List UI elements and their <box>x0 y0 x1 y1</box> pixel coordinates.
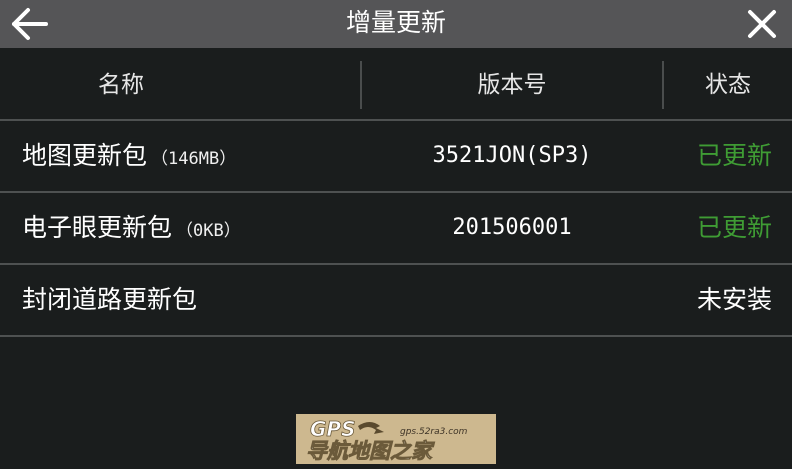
header-version: 版本号 <box>477 72 547 98</box>
header-status: 状态 <box>705 72 751 98</box>
table-row[interactable]: 封闭道路更新包 未安装 <box>0 265 792 335</box>
package-status: 未安装 <box>696 285 772 314</box>
package-name-cell: 地图更新包 （146MB） <box>22 121 236 191</box>
watermark-logo: GPS gps.52ra3.com 导航地图之家 <box>296 414 496 464</box>
package-status: 已更新 <box>696 213 772 242</box>
watermark-url: gps.52ra3.com <box>400 427 468 437</box>
table-header: 名称 版本号 状态 <box>0 49 792 119</box>
package-size: （0KB） <box>176 221 241 241</box>
package-name-cell: 电子眼更新包 （0KB） <box>22 193 241 263</box>
title-bar: 增量更新 <box>0 0 792 48</box>
package-name: 封闭道路更新包 <box>22 285 198 314</box>
row-divider <box>0 335 792 337</box>
package-version: 3521JON(SP3) <box>432 143 592 168</box>
table-row[interactable]: 地图更新包 （146MB） 3521JON(SP3) 已更新 <box>0 121 792 191</box>
header-name: 名称 <box>98 72 144 98</box>
package-size: （146MB） <box>151 149 237 169</box>
watermark-text: 导航地图之家 <box>306 439 435 463</box>
close-icon <box>748 10 776 38</box>
package-version: 201506001 <box>452 215 572 240</box>
package-name: 地图更新包 <box>22 141 148 170</box>
close-button[interactable] <box>740 4 784 44</box>
watermark-brand: GPS <box>310 417 355 441</box>
package-status: 已更新 <box>696 141 772 170</box>
table-row[interactable]: 电子眼更新包 （0KB） 201506001 已更新 <box>0 193 792 263</box>
package-name: 电子眼更新包 <box>22 213 173 242</box>
package-version <box>362 265 662 335</box>
page-title: 增量更新 <box>345 8 446 37</box>
package-name-cell: 封闭道路更新包 <box>22 265 201 335</box>
